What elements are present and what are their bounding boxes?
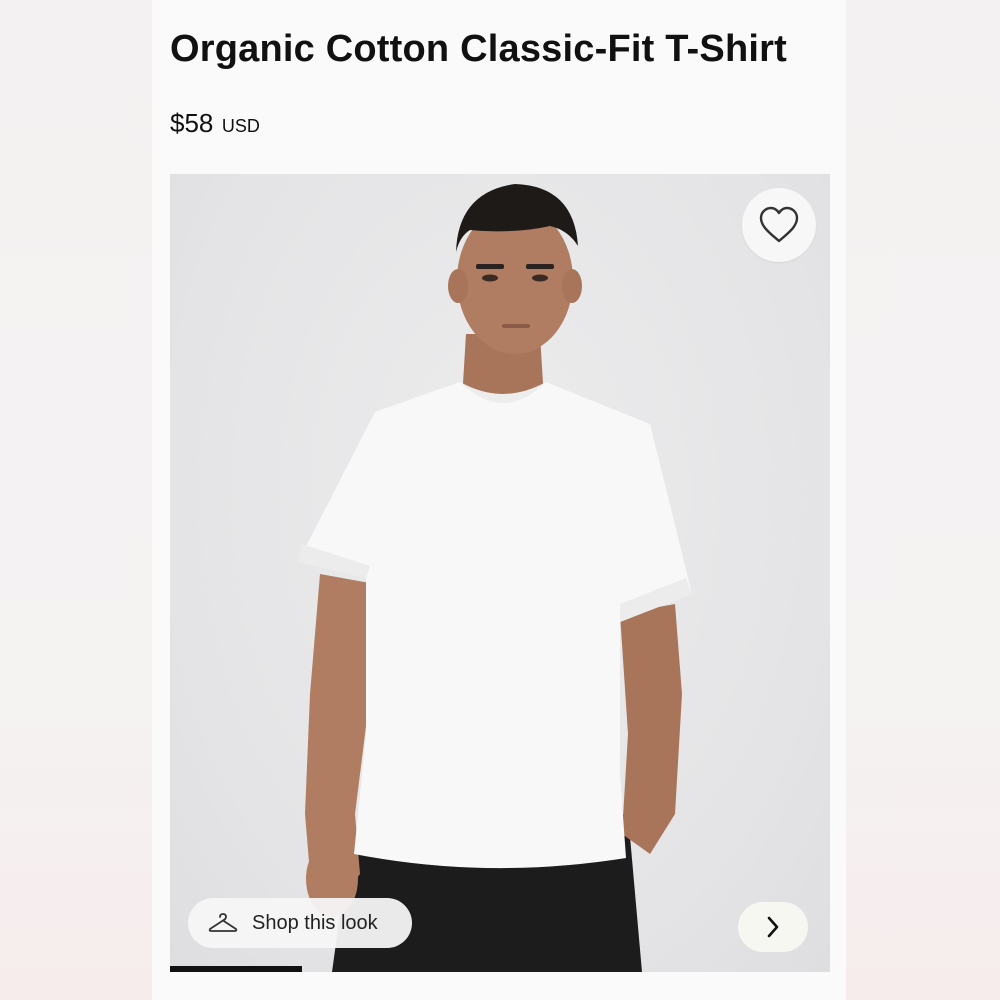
product-title: Organic Cotton Classic-Fit T-Shirt bbox=[170, 28, 787, 70]
product-image-gallery[interactable]: Shop this look bbox=[170, 174, 830, 972]
chevron-right-icon bbox=[767, 916, 779, 938]
price-amount: $58 bbox=[170, 108, 214, 138]
wishlist-button[interactable] bbox=[742, 188, 816, 262]
left-backdrop bbox=[0, 0, 152, 1000]
product-card: Organic Cotton Classic-Fit T-Shirt $58 U… bbox=[152, 0, 846, 1000]
gallery-progress-fill bbox=[170, 966, 302, 972]
heart-icon bbox=[759, 206, 799, 243]
gallery-progress-track bbox=[170, 966, 830, 972]
hanger-icon bbox=[208, 912, 238, 934]
shop-this-look-label: Shop this look bbox=[252, 911, 378, 934]
right-backdrop bbox=[846, 0, 1000, 1000]
price-currency: USD bbox=[221, 116, 260, 136]
next-image-button[interactable] bbox=[738, 902, 808, 952]
product-photo bbox=[298, 184, 692, 972]
shop-this-look-button[interactable]: Shop this look bbox=[188, 898, 412, 948]
price-row: $58 USD bbox=[170, 108, 260, 139]
